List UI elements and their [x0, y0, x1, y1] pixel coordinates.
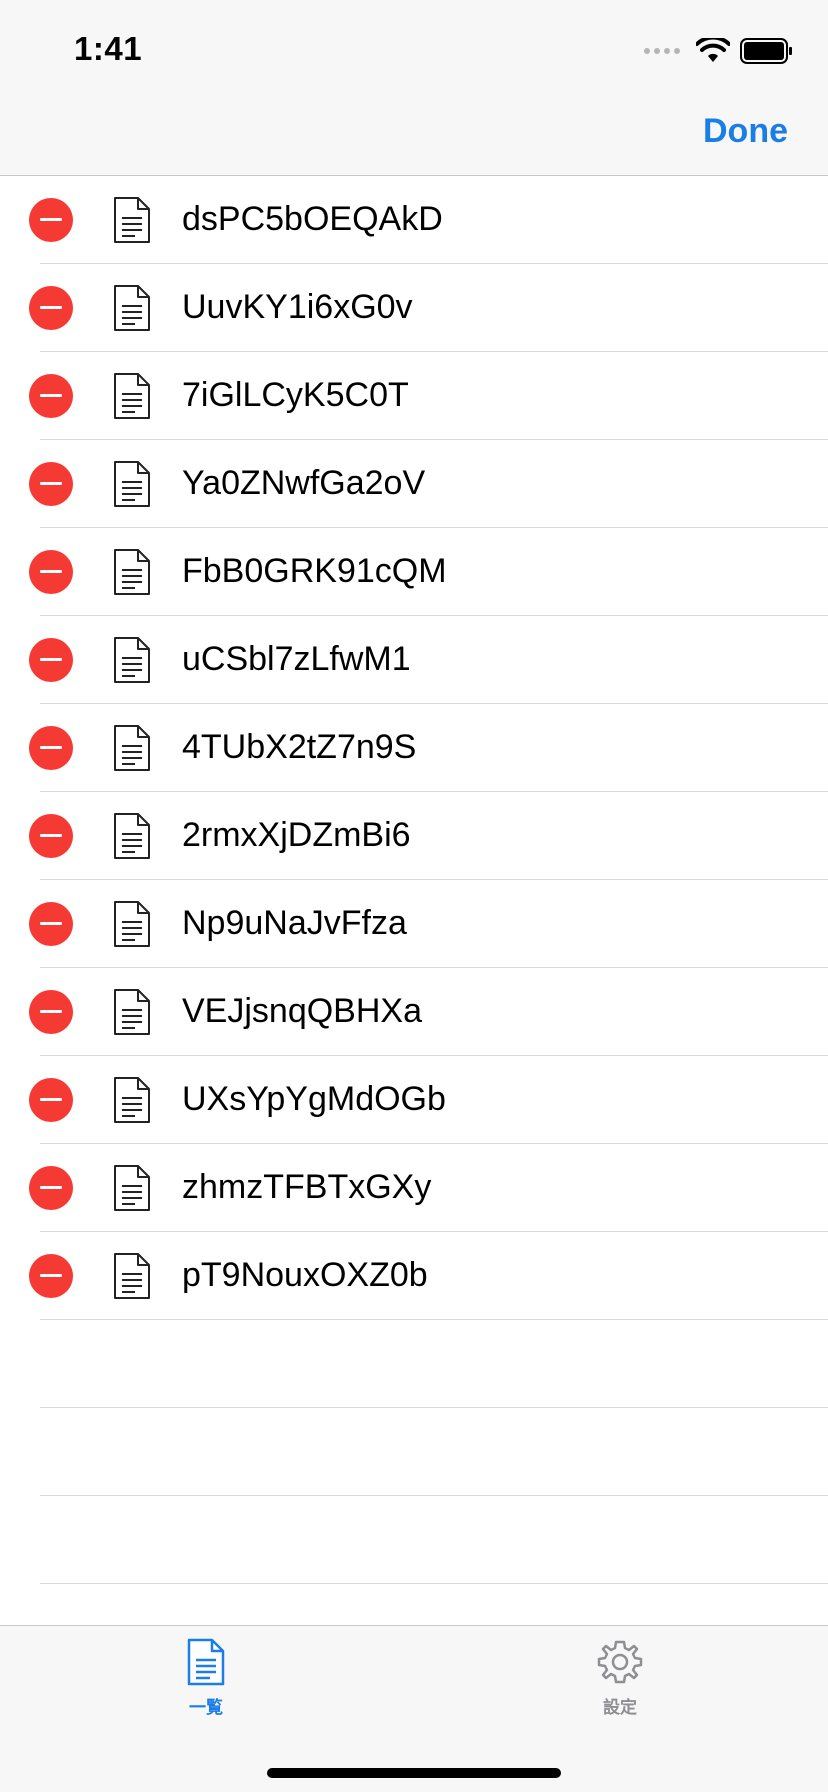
- file-row[interactable]: Ya0ZNwfGa2oV: [29, 440, 828, 528]
- delete-minus-button[interactable]: [29, 550, 73, 594]
- file-row[interactable]: pT9NouxOXZ0b: [29, 1232, 828, 1320]
- file-icon: [113, 1076, 151, 1124]
- file-icon: [113, 724, 151, 772]
- file-icon: [113, 548, 151, 596]
- home-indicator: [267, 1768, 561, 1778]
- tab-list[interactable]: 一覧: [146, 1638, 266, 1718]
- delete-minus-button[interactable]: [29, 990, 73, 1034]
- document-icon: [187, 1638, 225, 1686]
- tab-list-label: 一覧: [189, 1698, 223, 1717]
- delete-minus-button[interactable]: [29, 638, 73, 682]
- file-icon: [113, 1164, 151, 1212]
- file-name: VEJjsnqQBHXa: [182, 992, 422, 1030]
- empty-row: [40, 1496, 828, 1584]
- file-row[interactable]: UXsYpYgMdOGb: [29, 1056, 828, 1144]
- file-icon: [113, 636, 151, 684]
- delete-minus-button[interactable]: [29, 814, 73, 858]
- file-name: 7iGlLCyK5C0T: [182, 376, 409, 414]
- file-name: 2rmxXjDZmBi6: [182, 816, 411, 854]
- wifi-icon: [696, 38, 730, 62]
- file-name: FbB0GRK91cQM: [182, 552, 447, 590]
- file-row[interactable]: zhmzTFBTxGXy: [29, 1144, 828, 1232]
- file-icon: [113, 812, 151, 860]
- file-icon: [113, 284, 151, 332]
- gear-icon: [597, 1640, 643, 1684]
- status-icons: [644, 36, 794, 66]
- file-row[interactable]: FbB0GRK91cQM: [29, 528, 828, 616]
- file-row[interactable]: UuvKY1i6xG0v: [29, 264, 828, 352]
- delete-minus-button[interactable]: [29, 726, 73, 770]
- file-name: UuvKY1i6xG0v: [182, 288, 413, 326]
- file-icon: [113, 988, 151, 1036]
- delete-minus-button[interactable]: [29, 1166, 73, 1210]
- file-row[interactable]: Np9uNaJvFfza: [29, 880, 828, 968]
- file-name: Ya0ZNwfGa2oV: [182, 464, 426, 502]
- file-icon: [113, 196, 151, 244]
- file-icon: [113, 460, 151, 508]
- delete-minus-button[interactable]: [29, 374, 73, 418]
- file-row[interactable]: VEJjsnqQBHXa: [29, 968, 828, 1056]
- file-row[interactable]: 2rmxXjDZmBi6: [29, 792, 828, 880]
- battery-icon: [740, 38, 792, 64]
- file-name: Np9uNaJvFfza: [182, 904, 407, 942]
- delete-minus-button[interactable]: [29, 198, 73, 242]
- file-icon: [113, 900, 151, 948]
- status-time: 1:41: [74, 30, 143, 67]
- tab-bar: 一覧 設定: [0, 1625, 828, 1792]
- file-icon: [113, 1252, 151, 1300]
- file-name: UXsYpYgMdOGb: [182, 1080, 446, 1118]
- file-row[interactable]: uCSbl7zLfwM1: [29, 616, 828, 704]
- tab-settings-label: 設定: [603, 1698, 637, 1717]
- file-name: dsPC5bOEQAkD: [182, 200, 443, 238]
- delete-minus-button[interactable]: [29, 1078, 73, 1122]
- signal-dots-icon: [644, 48, 680, 54]
- file-name: pT9NouxOXZ0b: [182, 1256, 428, 1294]
- tab-settings[interactable]: 設定: [560, 1638, 680, 1718]
- empty-row: [40, 1320, 828, 1408]
- file-name: zhmzTFBTxGXy: [182, 1168, 432, 1206]
- delete-minus-button[interactable]: [29, 1254, 73, 1298]
- delete-minus-button[interactable]: [29, 462, 73, 506]
- file-icon: [113, 372, 151, 420]
- file-name: uCSbl7zLfwM1: [182, 640, 411, 678]
- file-row[interactable]: 7iGlLCyK5C0T: [29, 352, 828, 440]
- file-row[interactable]: dsPC5bOEQAkD: [29, 176, 828, 264]
- empty-row: [40, 1408, 828, 1496]
- delete-minus-button[interactable]: [29, 286, 73, 330]
- file-list: dsPC5bOEQAkD UuvKY1i6xG0v 7iGlLCyK5C0T Ya0Z…: [0, 176, 828, 1584]
- done-button[interactable]: Done: [703, 112, 788, 151]
- delete-minus-button[interactable]: [29, 902, 73, 946]
- navigation-bar: 1:41 Done: [0, 0, 828, 176]
- file-row[interactable]: 4TUbX2tZ7n9S: [29, 704, 828, 792]
- file-name: 4TUbX2tZ7n9S: [182, 728, 417, 766]
